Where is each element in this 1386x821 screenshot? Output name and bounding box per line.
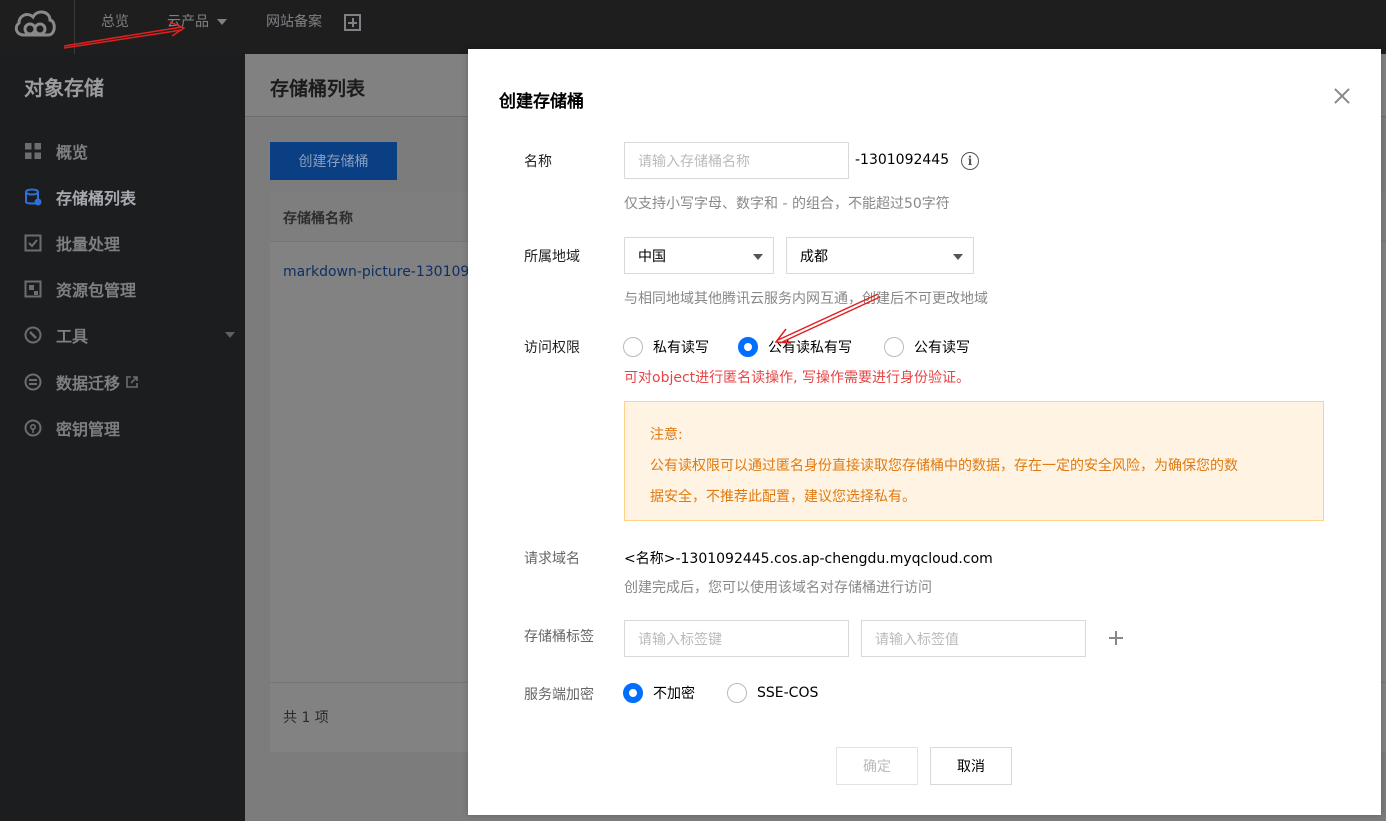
region-country-value: 中国	[638, 248, 666, 265]
tool-icon	[24, 326, 42, 344]
create-bucket-button[interactable]: 创建存储桶	[270, 142, 397, 180]
tag-key-input[interactable]: 请输入标签键	[624, 620, 849, 657]
sidebar-item-migration[interactable]: 数据迁移	[24, 369, 224, 395]
create-bucket-dialog: 创建存储桶 名称 请输入存储桶名称 -1301092445 i 仅支持小写字母、…	[468, 49, 1381, 815]
column-header-bucket-name: 存储桶名称	[283, 211, 353, 227]
sidebar-item-label: 概览	[56, 143, 89, 162]
notice-title: 注意:	[650, 427, 683, 443]
package-icon	[24, 280, 42, 298]
radio-label: 私有读写	[653, 340, 709, 356]
dialog-title: 创建存储桶	[499, 92, 584, 112]
request-domain: <名称>-1301092445.cos.ap-chengdu.myqcloud.…	[624, 551, 993, 567]
radio-private-rw[interactable]: 私有读写	[623, 337, 709, 357]
sidebar-item-batch[interactable]: 批量处理	[24, 230, 224, 256]
checkbox-icon	[24, 234, 42, 252]
sidebar-item-keys[interactable]: 密钥管理	[24, 415, 224, 441]
cancel-button[interactable]: 取消	[930, 747, 1012, 785]
access-label: 访问权限	[524, 340, 580, 356]
total-count: 共 1 项	[283, 710, 329, 726]
radio-public-rw[interactable]: 公有读写	[884, 337, 970, 357]
region-country-select[interactable]: 中国	[624, 237, 774, 274]
sidebar-item-label: 工具	[56, 327, 89, 346]
radio-label: 公有读写	[914, 340, 970, 356]
page-title: 存储桶列表	[270, 78, 366, 100]
confirm-button[interactable]: 确定	[836, 747, 918, 785]
migrate-icon	[24, 373, 42, 391]
nav-products-label: 云产品	[167, 14, 209, 30]
sidebar-item-overview[interactable]: 概览	[24, 138, 224, 164]
key-icon	[24, 419, 42, 437]
sidebar: 对象存储 概览 存储桶列表 批量处理 资源包管理 工具 数据迁移 密钥管理	[0, 54, 245, 821]
sidebar-item-label: 数据迁移	[56, 374, 121, 393]
radio-sse-cos[interactable]: SSE-COS	[727, 683, 818, 703]
access-warning: 可对object进行匿名读操作, 写操作需要进行身份验证。	[624, 370, 971, 386]
chevron-down-icon	[753, 254, 763, 260]
sidebar-item-package[interactable]: 资源包管理	[24, 276, 224, 302]
sidebar-title: 对象存储	[24, 76, 104, 100]
top-navbar: 总览 云产品 网站备案	[0, 0, 1386, 54]
nav-icp[interactable]: 网站备案	[266, 12, 322, 32]
nav-overview[interactable]: 总览	[101, 12, 129, 32]
appid-suffix: -1301092445	[855, 152, 950, 168]
encryption-label: 服务端加密	[524, 687, 594, 703]
add-shortcut-icon[interactable]	[344, 14, 361, 31]
radio-checked-icon	[738, 337, 758, 357]
sidebar-item-label: 批量处理	[56, 235, 121, 254]
name-hint: 仅支持小写字母、数字和 - 的组合，不能超过50字符	[624, 196, 950, 212]
radio-label: 不加密	[653, 686, 695, 702]
radio-label: 公有读私有写	[768, 340, 852, 356]
region-hint: 与相同地域其他腾讯云服务内网互通，创建后不可更改地域	[624, 291, 988, 307]
radio-public-read-private-write[interactable]: 公有读私有写	[738, 337, 852, 357]
radio-circle-icon	[623, 337, 643, 357]
chevron-down-icon	[953, 254, 963, 260]
domain-label: 请求域名	[524, 551, 580, 567]
top-divider	[74, 0, 75, 54]
chevron-down-icon	[225, 332, 235, 338]
notice-line: 据安全，不推荐此配置，建议您选择私有。	[650, 489, 916, 505]
radio-circle-icon	[884, 337, 904, 357]
chevron-down-icon	[217, 19, 227, 25]
notice-line: 公有读权限可以通过匿名身份直接读取您存储桶中的数据，存在一定的安全风险，为确保您…	[650, 458, 1238, 474]
cloud-logo-icon[interactable]	[10, 5, 58, 39]
add-tag-icon[interactable]	[1109, 631, 1123, 645]
security-notice: 注意: 公有读权限可以通过匿名身份直接读取您存储桶中的数据，存在一定的安全风险，…	[624, 401, 1324, 521]
region-label: 所属地域	[524, 249, 580, 265]
bucket-icon	[24, 188, 42, 206]
tag-value-input[interactable]: 请输入标签值	[861, 620, 1086, 657]
info-icon[interactable]: i	[961, 152, 979, 170]
name-label: 名称	[524, 154, 552, 170]
radio-circle-icon	[727, 683, 747, 703]
sidebar-item-tools[interactable]: 工具	[24, 322, 235, 348]
sidebar-item-label: 密钥管理	[56, 420, 121, 439]
radio-label: SSE-COS	[757, 685, 819, 701]
external-link-icon	[126, 376, 138, 388]
domain-hint: 创建完成后，您可以使用该域名对存储桶进行访问	[624, 580, 932, 596]
close-icon[interactable]	[1331, 85, 1353, 107]
radio-no-encryption[interactable]: 不加密	[623, 683, 695, 703]
nav-products[interactable]: 云产品	[167, 12, 227, 32]
sidebar-item-label: 存储桶列表	[56, 189, 137, 208]
sidebar-item-label: 资源包管理	[56, 281, 137, 300]
region-city-select[interactable]: 成都	[786, 237, 974, 274]
radio-checked-icon	[623, 683, 643, 703]
tags-label: 存储桶标签	[524, 629, 594, 645]
bucket-name-link[interactable]: markdown-picture-1301092	[283, 264, 478, 280]
bucket-name-input[interactable]: 请输入存储桶名称	[624, 142, 849, 179]
sidebar-item-bucket-list[interactable]: 存储桶列表	[24, 184, 224, 210]
region-city-value: 成都	[800, 248, 828, 265]
grid-icon	[24, 142, 42, 160]
